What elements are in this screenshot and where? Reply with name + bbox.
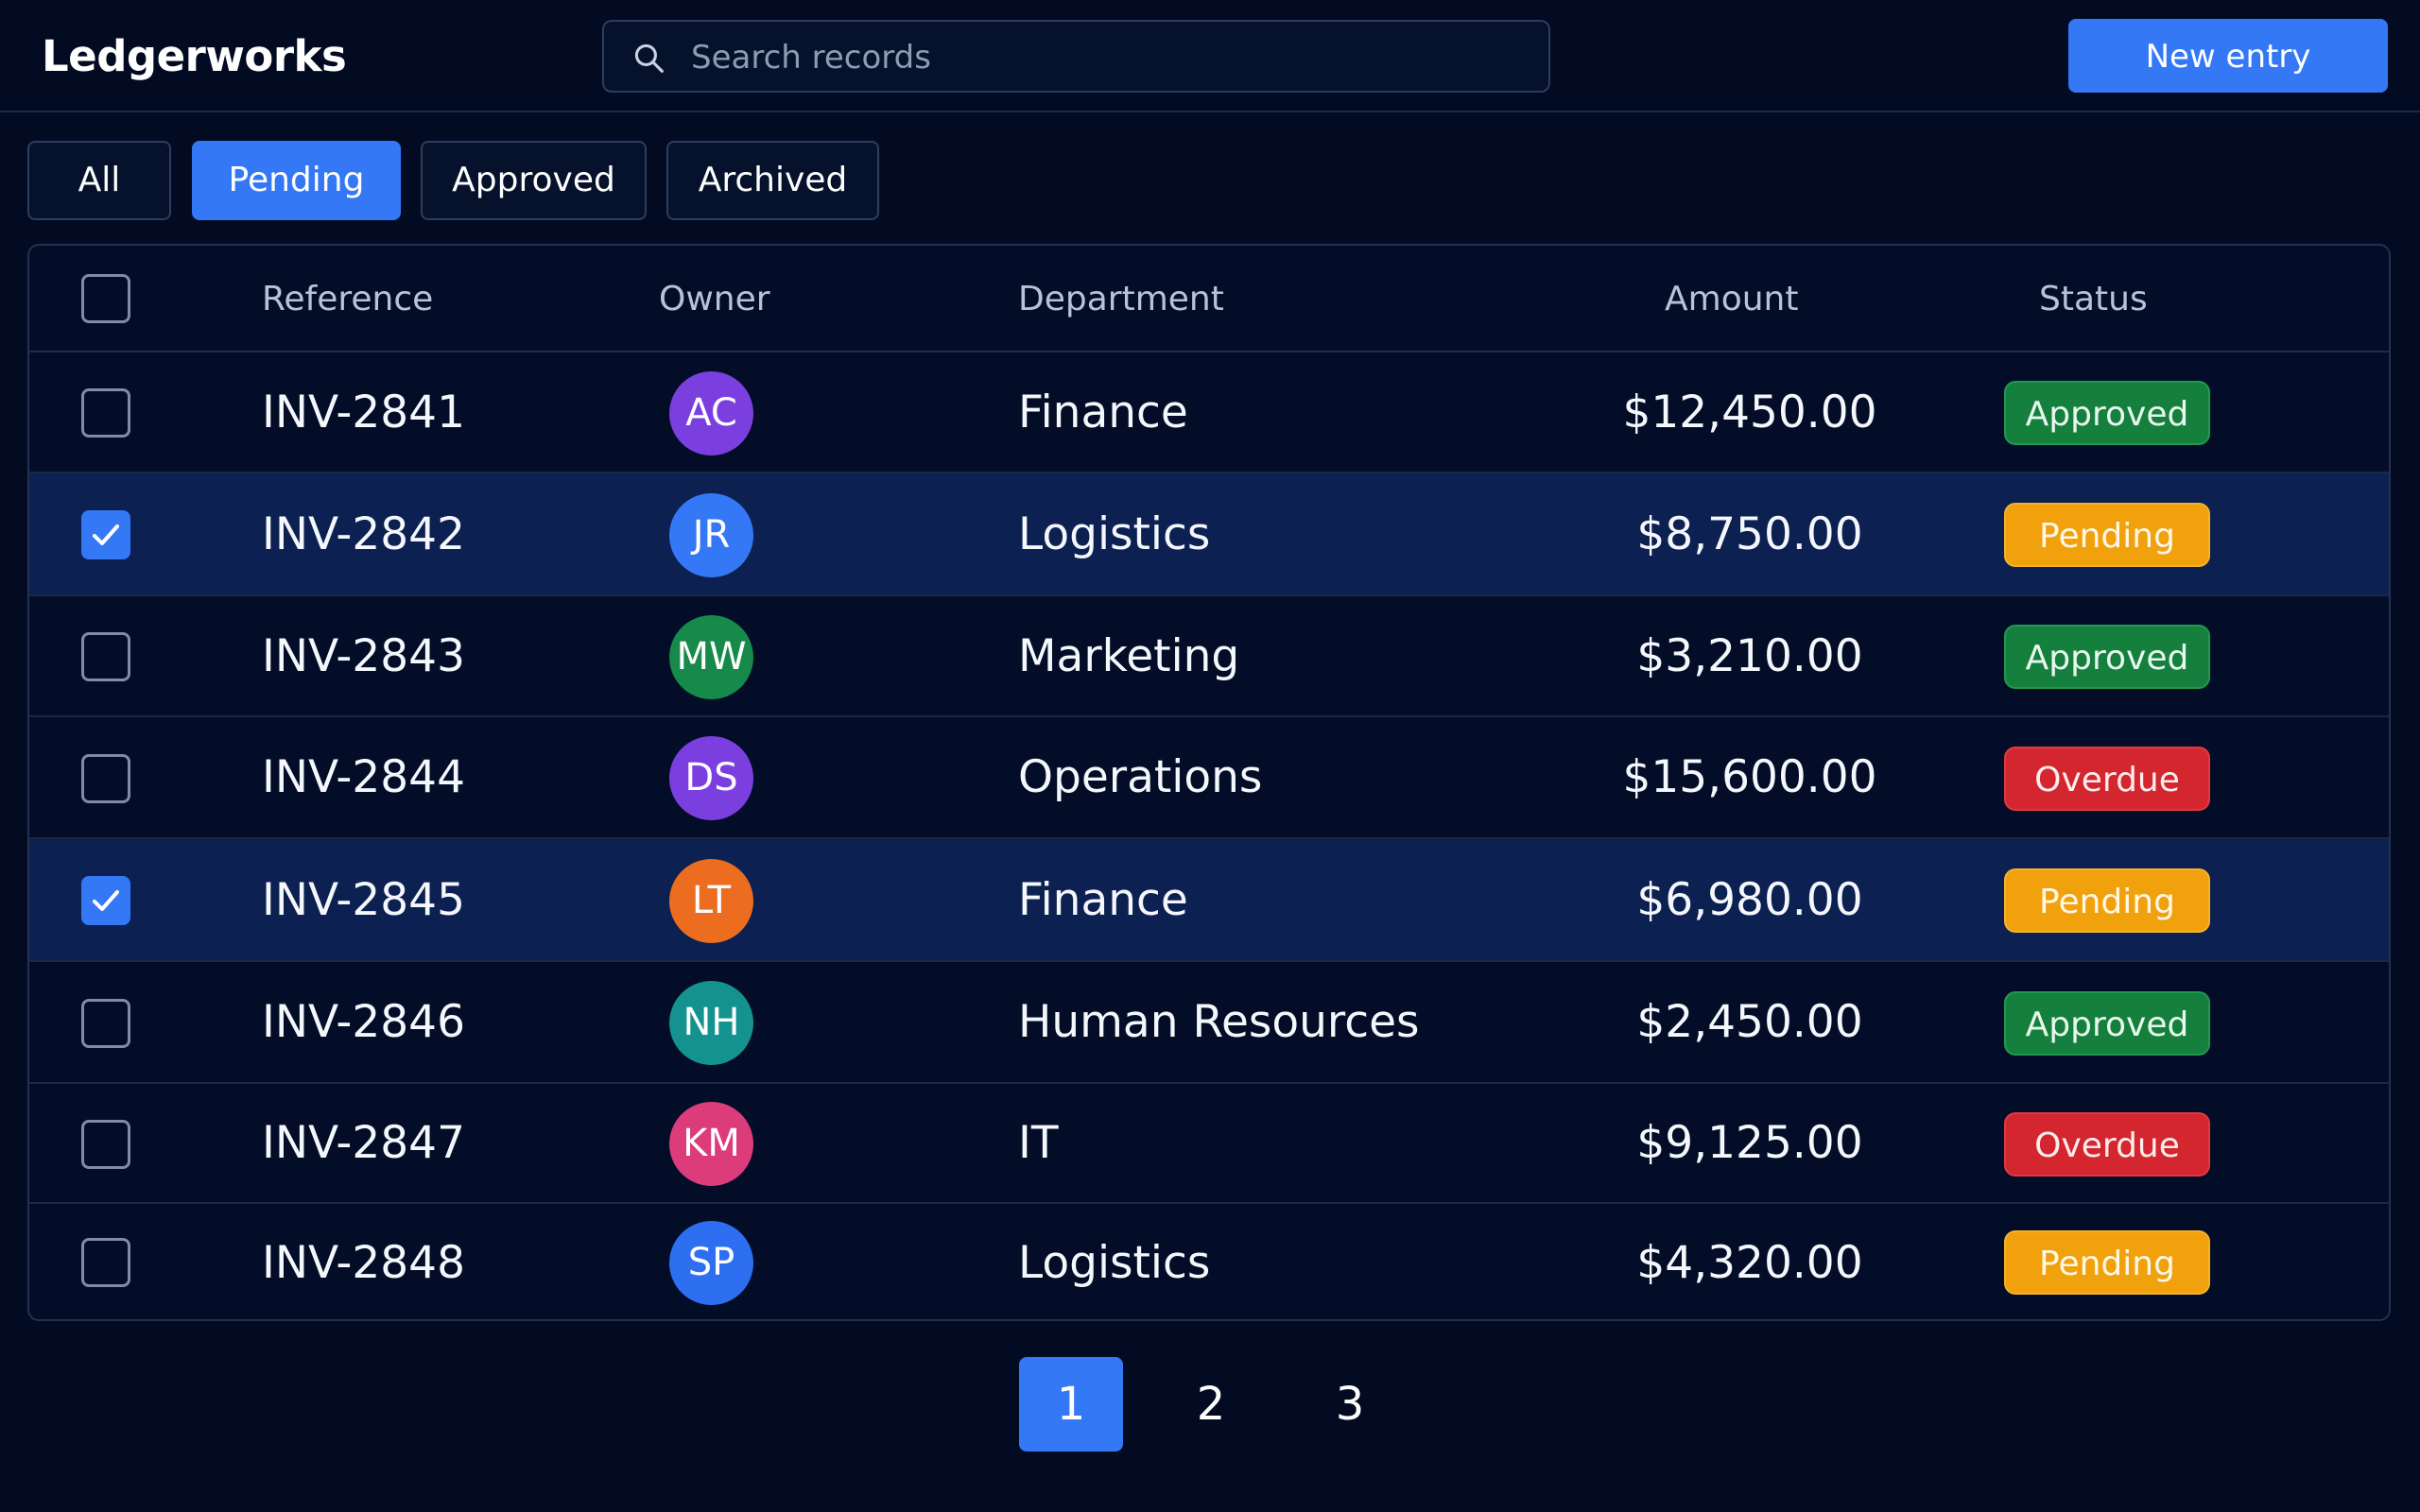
table-row[interactable]: INV-2845 LT Finance $6,980.00 Pending — [29, 839, 2389, 962]
reference-cell[interactable]: INV-2847 — [262, 1084, 465, 1202]
search-icon — [634, 43, 664, 73]
owner-avatar: MW — [669, 615, 753, 699]
department-cell: Finance — [1018, 386, 1188, 438]
amount-cell: $12,450.00 — [1622, 386, 1877, 438]
owner-avatar: KM — [669, 1102, 753, 1186]
filter-tab-approved[interactable]: Approved — [421, 141, 647, 220]
row-checkbox[interactable] — [81, 510, 130, 559]
amount-cell: $4,320.00 — [1636, 1236, 1863, 1289]
department-cell: Logistics — [1018, 507, 1211, 560]
department-cell: IT — [1018, 1117, 1059, 1169]
checkmark-icon — [93, 524, 119, 545]
column-header-reference[interactable]: Reference — [262, 246, 433, 352]
department-cell: Human Resources — [1018, 996, 1420, 1048]
owner-avatar: NH — [669, 981, 753, 1065]
status-badge: Overdue — [2004, 1112, 2210, 1177]
reference-cell[interactable]: INV-2843 — [262, 596, 465, 715]
owner-avatar: JR — [669, 493, 753, 577]
status-badge: Pending — [2004, 868, 2210, 933]
table-row[interactable]: INV-2848 SP Logistics $4,320.00 Pending — [29, 1204, 2389, 1319]
records-table: Reference Owner Department Amount Status… — [27, 244, 2391, 1321]
owner-avatar: LT — [669, 859, 753, 943]
owner-avatar: AC — [669, 371, 753, 455]
amount-cell: $8,750.00 — [1636, 507, 1863, 560]
row-checkbox[interactable] — [81, 1120, 130, 1169]
new-entry-button[interactable]: New entry — [2068, 19, 2388, 93]
table-row[interactable]: INV-2847 KM IT $9,125.00 Overdue — [29, 1084, 2389, 1204]
column-header-amount[interactable]: Amount — [1665, 246, 1798, 352]
reference-cell[interactable]: INV-2842 — [262, 473, 465, 594]
amount-cell: $2,450.00 — [1636, 996, 1863, 1048]
row-checkbox[interactable] — [81, 1238, 130, 1287]
amount-cell: $9,125.00 — [1636, 1117, 1863, 1169]
status-badge: Pending — [2004, 1230, 2210, 1295]
search-input[interactable] — [689, 22, 1525, 93]
department-cell: Marketing — [1018, 629, 1240, 682]
row-checkbox[interactable] — [81, 999, 130, 1048]
table-row[interactable]: INV-2841 AC Finance $12,450.00 Approved — [29, 352, 2389, 473]
row-checkbox[interactable] — [81, 632, 130, 681]
amount-cell: $15,600.00 — [1622, 751, 1877, 803]
reference-cell[interactable]: INV-2841 — [262, 352, 465, 472]
app-title: Ledgerworks — [42, 31, 347, 81]
top-bar: Ledgerworks New entry — [0, 0, 2420, 112]
table-header: Reference Owner Department Amount Status — [29, 246, 2389, 352]
pagination: 1 2 3 — [0, 1357, 2420, 1452]
status-badge: Approved — [2004, 625, 2210, 689]
column-header-department[interactable]: Department — [1018, 246, 1224, 352]
column-header-owner[interactable]: Owner — [659, 246, 770, 352]
filter-tab-archived[interactable]: Archived — [666, 141, 879, 220]
department-cell: Operations — [1018, 751, 1263, 803]
search-box[interactable] — [602, 20, 1550, 93]
page-button-1[interactable]: 1 — [1019, 1357, 1123, 1452]
status-badge: Overdue — [2004, 747, 2210, 811]
owner-avatar: DS — [669, 736, 753, 820]
table-row[interactable]: INV-2843 MW Marketing $3,210.00 Approved — [29, 596, 2389, 717]
filter-tab-all[interactable]: All — [27, 141, 171, 220]
page-button-3[interactable]: 3 — [1298, 1357, 1402, 1452]
row-checkbox[interactable] — [81, 754, 130, 803]
row-checkbox[interactable] — [81, 388, 130, 438]
status-badge: Approved — [2004, 991, 2210, 1056]
reference-cell[interactable]: INV-2845 — [262, 839, 465, 960]
amount-cell: $3,210.00 — [1636, 629, 1863, 682]
reference-cell[interactable]: INV-2846 — [262, 962, 465, 1082]
owner-avatar: SP — [669, 1221, 753, 1305]
row-checkbox[interactable] — [81, 876, 130, 925]
column-header-status[interactable]: Status — [2039, 246, 2148, 352]
table-row[interactable]: INV-2842 JR Logistics $8,750.00 Pending — [29, 473, 2389, 596]
amount-cell: $6,980.00 — [1636, 873, 1863, 926]
department-cell: Logistics — [1018, 1236, 1211, 1289]
table-row[interactable]: INV-2846 NH Human Resources $2,450.00 Approv… — [29, 962, 2389, 1084]
reference-cell[interactable]: INV-2848 — [262, 1204, 465, 1319]
status-badge: Pending — [2004, 503, 2210, 567]
table-row[interactable]: INV-2844 DS Operations $15,600.00 Overdue — [29, 717, 2389, 839]
department-cell: Finance — [1018, 873, 1188, 926]
checkmark-icon — [93, 890, 119, 911]
select-all-checkbox[interactable] — [81, 274, 130, 323]
filter-tab-pending[interactable]: Pending — [192, 141, 401, 220]
reference-cell[interactable]: INV-2844 — [262, 717, 465, 837]
page-button-2[interactable]: 2 — [1159, 1357, 1263, 1452]
status-badge: Approved — [2004, 381, 2210, 445]
